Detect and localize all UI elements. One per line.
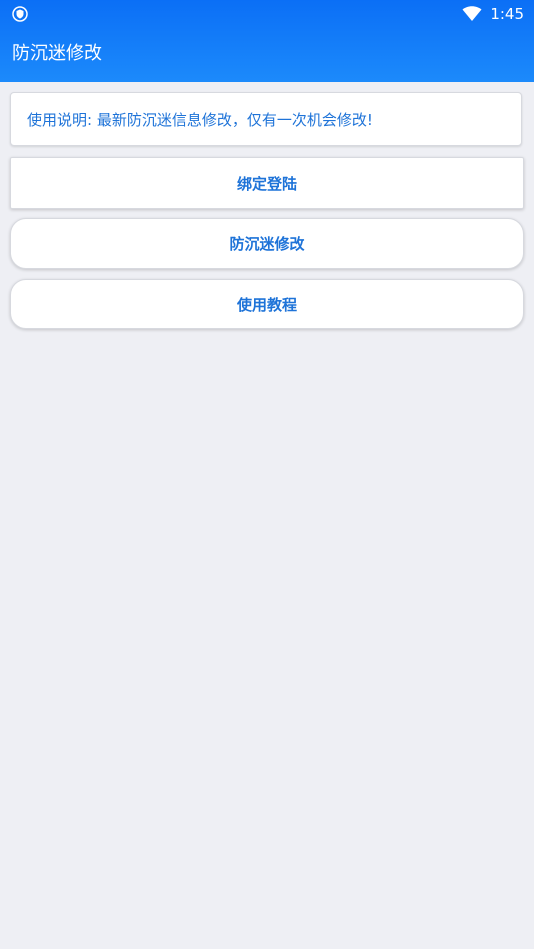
status-right: 1:45: [462, 4, 524, 24]
usage-info-text: 使用说明: 最新防沉迷信息修改，仅有一次机会修改!: [27, 110, 373, 129]
page-title: 防沉迷修改: [12, 43, 102, 64]
anti-addiction-modify-label: 防沉迷修改: [229, 235, 305, 253]
status-time: 1:45: [490, 5, 524, 23]
app-header: 1:45 防沉迷修改: [0, 0, 534, 82]
wifi-icon: [462, 6, 482, 22]
status-bar: 1:45: [0, 0, 534, 28]
usage-info-card: 使用说明: 最新防沉迷信息修改，仅有一次机会修改!: [10, 92, 522, 146]
tutorial-button[interactable]: 使用教程: [10, 279, 524, 329]
bind-login-button[interactable]: 绑定登陆: [10, 157, 524, 209]
bind-login-label: 绑定登陆: [236, 174, 297, 193]
anti-addiction-modify-button[interactable]: 防沉迷修改: [10, 218, 524, 269]
shield-icon: [12, 6, 28, 22]
tutorial-label: 使用教程: [236, 295, 297, 314]
